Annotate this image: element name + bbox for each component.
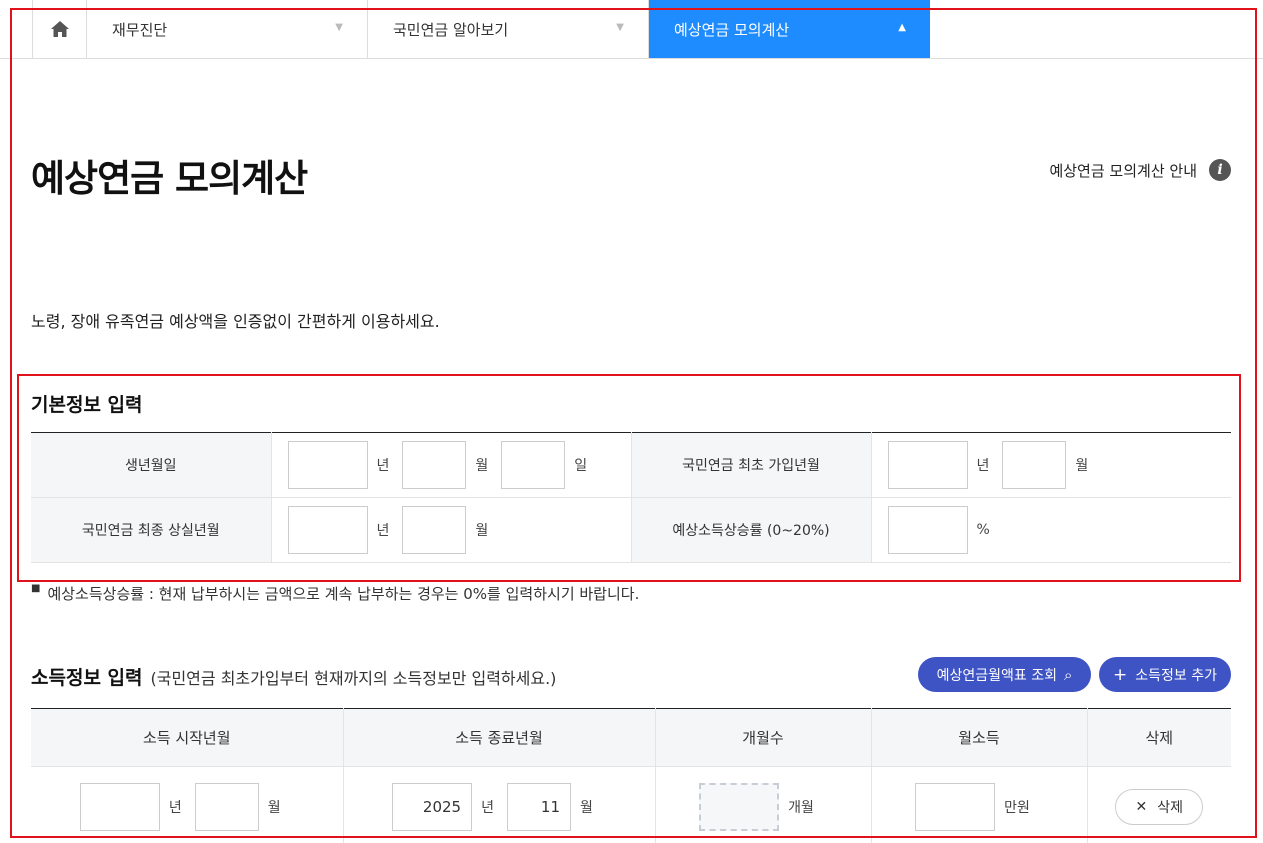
unit-percent: %: [976, 522, 990, 538]
birth-date-cell: 년월일: [271, 432, 632, 498]
note-text: 예상소득상승률 : 현재 납부하시는 금액으로 계속 납부하는 경우는 0%를 …: [47, 585, 640, 603]
nav-item-label: 예상연금 모의계산: [674, 20, 790, 39]
unit-month: 월: [267, 799, 281, 816]
last-loss-month-input[interactable]: [402, 506, 467, 554]
top-nav: 재무진단 ▼ 국민연금 알아보기 ▼ 예상연금 모의계산 ▲: [0, 0, 1263, 59]
growth-rate-label: 예상소득상승률 (0~20%): [631, 497, 872, 563]
basic-info-table: 생년월일 년월일 국민연금 최초 가입년월 년월 국민연금 최종 상실년월 년월…: [31, 432, 1231, 563]
chevron-up-icon: ▲: [898, 22, 906, 33]
income-table: 소득 시작년월 소득 종료년월 개월수 월소득 삭제 년월 2025 년 11 월 개…: [31, 708, 1231, 843]
col-income: 월소득: [871, 708, 1088, 767]
info-icon: i: [1209, 159, 1231, 181]
unit-month: 월: [1075, 458, 1089, 474]
unit-manwon: 만원: [1004, 799, 1030, 816]
months-readonly-field: [699, 782, 780, 831]
page-title: 예상연금 모의계산: [31, 157, 308, 200]
growth-rate-cell: %: [871, 497, 1231, 563]
delete-label: 삭제: [1157, 799, 1183, 816]
income-info-title: 소득정보 입력 (국민연금 최초가입부터 현재까지의 소득정보만 입력하세요.): [31, 663, 556, 690]
first-join-year-input[interactable]: [887, 441, 968, 489]
start-cell: 년월: [31, 766, 344, 843]
add-button-label: 소득정보 추가: [1135, 667, 1217, 684]
unit-year: 년: [481, 799, 494, 816]
last-loss-label: 국민연금 최종 상실년월: [31, 497, 272, 563]
table-row: 년월 2025 년 11 월 개월 만원 ✕ 삭제: [31, 766, 1231, 843]
lookup-pension-table-button[interactable]: 예상연금월액표 조회 ⌕: [918, 657, 1091, 692]
col-months: 개월수: [655, 708, 872, 767]
birth-date-label: 생년월일: [31, 432, 272, 498]
first-join-cell: 년월: [871, 432, 1231, 498]
col-start: 소득 시작년월: [31, 708, 344, 767]
end-month-input[interactable]: 11: [507, 782, 571, 831]
birth-year-input[interactable]: [287, 441, 368, 489]
birth-day-input[interactable]: [501, 441, 566, 489]
delete-cell: ✕ 삭제: [1087, 767, 1231, 843]
income-cell: 만원: [871, 766, 1088, 843]
growth-rate-note: ■ 예상소득상승률 : 현재 납부하시는 금액으로 계속 납부하는 경우는 0%를…: [31, 583, 639, 604]
nav-item-financial-diagnosis[interactable]: 재무진단 ▼: [87, 0, 368, 58]
growth-rate-input[interactable]: [887, 506, 968, 554]
unit-months: 개월: [788, 799, 814, 816]
first-join-month-input[interactable]: [1002, 441, 1067, 489]
delete-row-button[interactable]: ✕ 삭제: [1115, 788, 1204, 825]
table-header-row: 소득 시작년월 소득 종료년월 개월수 월소득 삭제: [31, 708, 1231, 767]
monthly-income-input[interactable]: [915, 782, 996, 831]
bullet-icon: ■: [31, 583, 41, 594]
basic-info-title: 기본정보 입력: [31, 394, 143, 416]
nav-item-label: 재무진단: [112, 20, 168, 39]
chevron-down-icon: ▼: [616, 22, 624, 33]
unit-month: 월: [475, 523, 489, 539]
end-cell: 2025 년 11 월: [343, 766, 656, 843]
start-month-input[interactable]: [194, 782, 259, 831]
unit-year: 년: [168, 799, 182, 816]
chevron-down-icon: ▼: [335, 22, 343, 33]
col-delete: 삭제: [1087, 708, 1231, 767]
unit-day: 일: [574, 458, 588, 474]
birth-month-input[interactable]: [402, 441, 467, 489]
income-subtitle: (국민연금 최초가입부터 현재까지의 소득정보만 입력하세요.): [150, 669, 557, 688]
unit-year: 년: [376, 523, 390, 539]
guide-link[interactable]: 예상연금 모의계산 안내 i: [1049, 159, 1231, 181]
first-join-label: 국민연금 최초 가입년월: [631, 432, 872, 498]
plus-icon: +: [1113, 664, 1128, 685]
lookup-button-label: 예상연금월액표 조회: [936, 667, 1057, 684]
unit-year: 년: [376, 458, 390, 474]
guide-link-label: 예상연금 모의계산 안내: [1049, 161, 1197, 180]
unit-month: 월: [475, 458, 489, 474]
home-button[interactable]: [32, 0, 87, 58]
intro-text: 노령, 장애 유족연금 예상액을 인증없이 간편하게 이용하세요.: [31, 312, 440, 331]
last-loss-cell: 년월: [271, 497, 632, 563]
home-icon: [50, 21, 69, 37]
table-row: 생년월일 년월일 국민연금 최초 가입년월 년월: [31, 432, 1231, 498]
last-loss-year-input[interactable]: [287, 506, 368, 554]
search-icon: ⌕: [1063, 665, 1073, 684]
close-icon: ✕: [1135, 798, 1148, 815]
end-year-input[interactable]: 2025: [392, 782, 473, 831]
unit-year: 년: [976, 458, 990, 474]
income-title-text: 소득정보 입력: [31, 667, 143, 689]
nav-item-national-pension[interactable]: 국민연금 알아보기 ▼: [368, 0, 649, 58]
add-income-button[interactable]: + 소득정보 추가: [1099, 657, 1231, 692]
start-year-input[interactable]: [79, 782, 160, 831]
unit-month: 월: [580, 799, 593, 816]
nav-item-pension-calculator[interactable]: 예상연금 모의계산 ▲: [649, 0, 930, 58]
table-row: 국민연금 최종 상실년월 년월 예상소득상승률 (0~20%) %: [31, 497, 1231, 563]
months-cell: 개월: [655, 766, 872, 843]
col-end: 소득 종료년월: [343, 708, 656, 767]
nav-item-label: 국민연금 알아보기: [393, 20, 509, 39]
